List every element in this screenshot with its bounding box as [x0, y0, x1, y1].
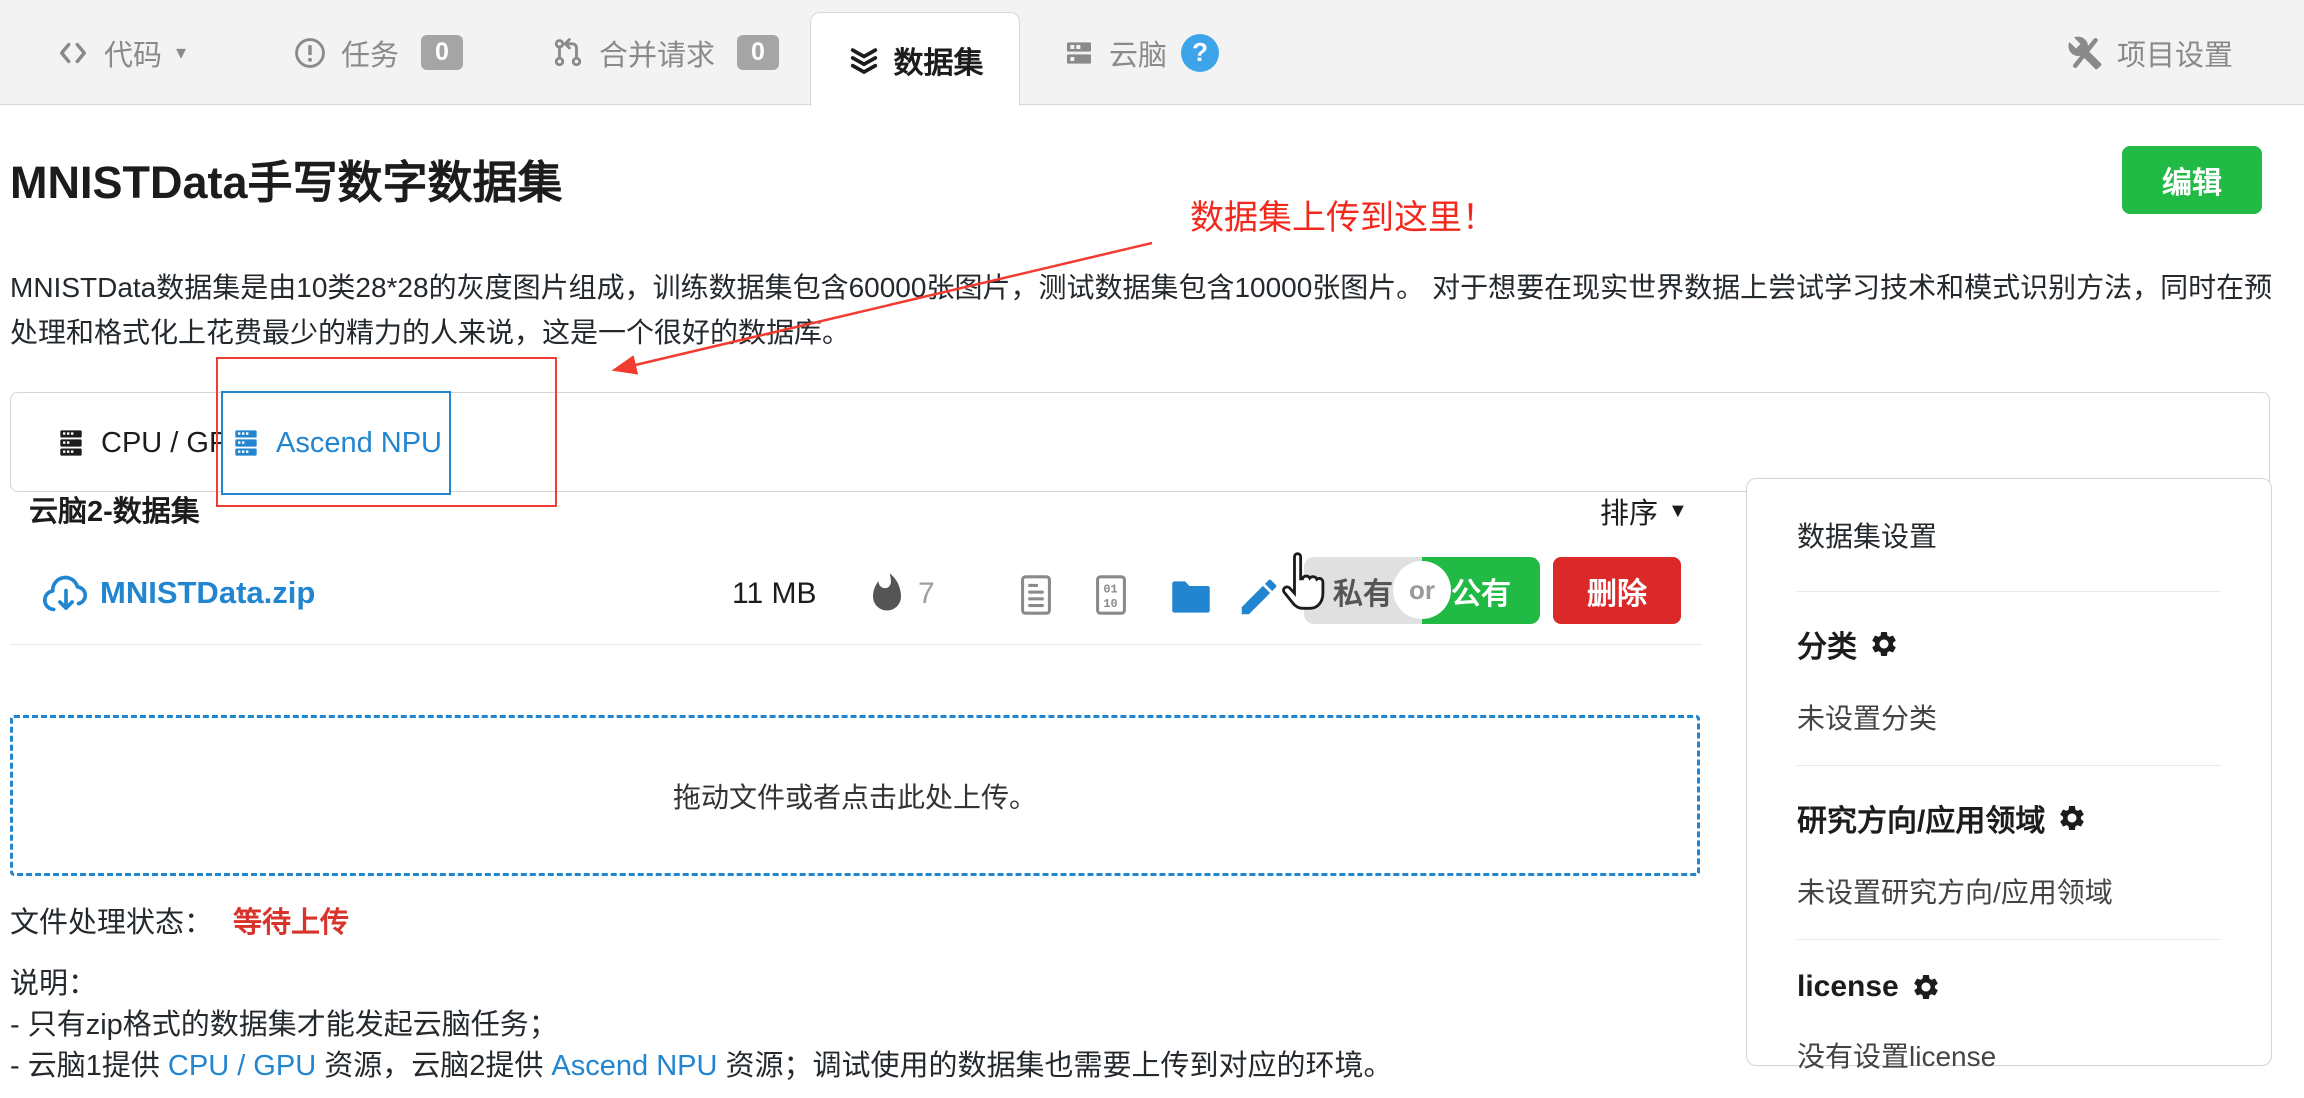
notes-title: 说明： — [10, 960, 97, 1002]
divider — [1797, 939, 2221, 940]
hand-cursor-icon — [1272, 548, 1336, 620]
note-line-1: - 只有zip格式的数据集才能发起云脑任务； — [10, 1001, 558, 1043]
dataset-settings-panel: 数据集设置 分类 未设置分类 研究方向/应用领域 未设置研究方向/应用领域 li… — [1746, 478, 2272, 1066]
top-navigation-bar: 代码 ▾ 任务 0 合并请求 0 数据集 云脑 ? 项目设置 — [0, 0, 2304, 105]
download-count: 7 — [918, 577, 935, 611]
nav-item-issues[interactable]: 任务 0 — [293, 0, 463, 105]
nav-settings-label: 项目设置 — [2117, 32, 2233, 74]
cloudbrain-server-icon — [1063, 37, 1095, 69]
status-value: 等待上传 — [233, 907, 349, 939]
research-label: 研究方向/应用领域 — [1797, 796, 2221, 840]
gear-icon[interactable] — [1911, 972, 1941, 1002]
tab-ascend-npu-label: Ascend NPU — [276, 427, 442, 460]
divider — [1797, 765, 2221, 766]
delete-button[interactable]: 删除 — [1553, 557, 1681, 624]
upload-dropzone[interactable]: 拖动文件或者点击此处上传。 — [10, 715, 1700, 876]
dataset-stack-icon — [847, 43, 881, 77]
note-line-2: - 云脑1提供 CPU / GPU 资源，云脑2提供 Ascend NPU 资源… — [10, 1042, 1392, 1084]
tab-datasets-active[interactable]: 数据集 — [810, 12, 1020, 106]
environment-tab-bar: CPU / GPU Ascend NPU — [10, 392, 2270, 492]
nav-item-cloudbrain[interactable]: 云脑 ? — [1063, 0, 1219, 105]
file-name-link[interactable]: MNISTData.zip — [100, 575, 315, 611]
nav-pulls-label: 合并请求 — [599, 32, 715, 74]
document-icon[interactable] — [1013, 572, 1059, 618]
edit-button[interactable]: 编辑 — [2122, 146, 2262, 214]
chevron-down-icon: ▾ — [176, 40, 186, 65]
research-label-text: 研究方向/应用领域 — [1797, 796, 2045, 840]
issues-count-badge: 0 — [421, 35, 463, 70]
category-label: 分类 — [1797, 622, 2221, 666]
nav-code-label: 代码 — [104, 32, 162, 74]
caret-down-icon: ▼ — [1668, 500, 1688, 523]
note-line-2-text: - 云脑1提供 — [10, 1050, 168, 1082]
svg-text:10: 10 — [1103, 597, 1117, 611]
category-value: 未设置分类 — [1797, 697, 2221, 737]
file-status-line: 文件处理状态： 等待上传 — [10, 899, 349, 941]
flame-icon — [866, 572, 908, 614]
ascend-npu-link[interactable]: Ascend NPU — [551, 1050, 717, 1082]
tab-ascend-npu-active[interactable]: Ascend NPU — [221, 391, 451, 495]
visibility-toggle: 私有 公有 or — [1304, 557, 1540, 624]
upload-hint: 拖动文件或者点击此处上传。 — [673, 776, 1037, 816]
dataset-description: MNISTData数据集是由10类28*28的灰度图片组成，训练数据集包含600… — [10, 266, 2298, 356]
tab-datasets-label: 数据集 — [894, 38, 984, 82]
nav-item-project-settings[interactable]: 项目设置 — [2067, 0, 2233, 105]
divider — [1797, 591, 2221, 592]
sort-label: 排序 — [1600, 490, 1658, 532]
folder-icon[interactable] — [1166, 572, 1216, 622]
note-line-2-text: 资源；调试使用的数据集也需要上传到对应的环境。 — [717, 1050, 1392, 1082]
license-value: 没有设置license — [1797, 1035, 2221, 1075]
status-label: 文件处理状态： — [10, 907, 213, 939]
category-label-text: 分类 — [1797, 622, 1857, 666]
nav-item-pull-requests[interactable]: 合并请求 0 — [551, 0, 779, 105]
help-icon[interactable]: ? — [1181, 34, 1219, 72]
sidebar-title: 数据集设置 — [1797, 515, 2221, 555]
cloud-download-icon[interactable] — [40, 570, 92, 622]
tools-icon — [2067, 35, 2103, 71]
code-icon — [56, 36, 90, 70]
dataset-list-heading: 云脑2-数据集 — [29, 488, 200, 530]
sort-dropdown[interactable]: 排序 ▼ — [1600, 490, 1688, 532]
visibility-or-label: or — [1393, 561, 1451, 619]
gear-icon[interactable] — [2057, 803, 2087, 833]
research-value: 未设置研究方向/应用领域 — [1797, 871, 2221, 911]
annotation-note: 数据集上传到这里！ — [1190, 190, 1496, 239]
nav-item-code[interactable]: 代码 ▾ — [56, 0, 186, 105]
issues-icon — [293, 36, 327, 70]
gear-icon[interactable] — [1869, 629, 1899, 659]
dataset-page: 代码 ▾ 任务 0 合并请求 0 数据集 云脑 ? 项目设置 MNISTData… — [0, 0, 2304, 1098]
page-title: MNISTData手写数字数据集 — [10, 146, 563, 211]
binary-file-icon[interactable]: 0110 — [1088, 572, 1134, 618]
server-rack-icon — [230, 427, 262, 459]
note-line-2-text: 资源，云脑2提供 — [316, 1050, 551, 1082]
nav-issues-label: 任务 — [341, 32, 399, 74]
license-label: license — [1797, 970, 2221, 1004]
merge-request-icon — [551, 36, 585, 70]
pulls-count-badge: 0 — [737, 35, 779, 70]
nav-cloudbrain-label: 云脑 — [1109, 32, 1167, 74]
dataset-file-row: MNISTData.zip 11 MB 7 0110 私有 公有 or 删除 — [10, 548, 1702, 645]
license-label-text: license — [1797, 970, 1899, 1004]
server-rack-icon — [55, 427, 87, 459]
file-size: 11 MB — [732, 577, 816, 611]
cpu-gpu-link[interactable]: CPU / GPU — [168, 1050, 316, 1082]
svg-text:01: 01 — [1103, 583, 1117, 597]
